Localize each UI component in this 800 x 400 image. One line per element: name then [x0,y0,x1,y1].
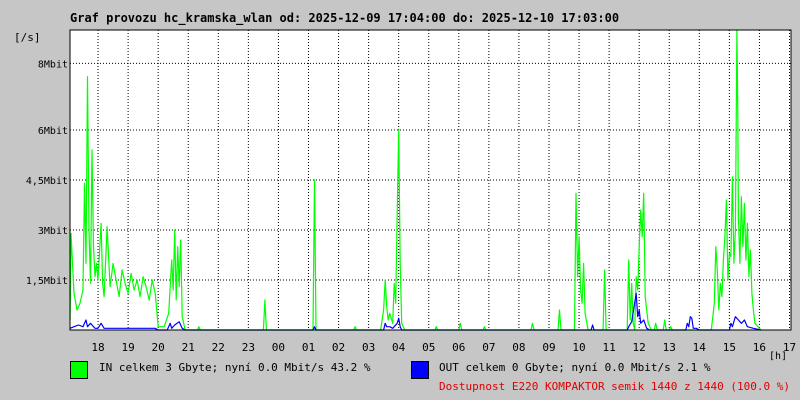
x-tick-label: 03 [362,341,375,354]
x-tick-label: 01 [302,341,315,354]
x-tick-label: 09 [542,341,555,354]
y-axis-unit: [/s] [14,31,41,44]
legend-in-swatch [70,361,88,379]
x-tick-label: 22 [212,341,225,354]
y-tick-label: 8Mbit [38,59,68,70]
x-tick-label: 21 [182,341,195,354]
legend-in-label: IN celkem 3 Gbyte; nyní 0.0 Mbit/s 43.2 … [99,361,371,374]
x-tick-label: 00 [272,341,285,354]
x-tick-label: 12 [633,341,646,354]
traffic-chart: 1,5Mbit 3Mbit 4,5Mbit 6Mbit 8Mbit 18 19 20 21 22… [14,29,796,362]
y-tick-label: 4,5Mbit [26,176,68,187]
x-tick-label: 07 [482,341,495,354]
x-tick-label: 13 [663,341,676,354]
x-tick-label: 10 [572,341,585,354]
x-tick-label: 14 [693,341,707,354]
y-tick-label: 6Mbit [38,126,68,137]
x-tick-label: 15 [723,341,736,354]
y-tick-label: 3Mbit [38,226,68,237]
x-tick-labels: 18 19 20 21 22 23 00 01 02 03 04 05 06 07 08 09 10 11 12 13… [91,341,796,354]
x-tick-label: 11 [602,341,615,354]
x-tick-label: 08 [512,341,525,354]
x-tick-label: 19 [121,341,134,354]
x-tick-label: 18 [91,341,104,354]
x-axis-unit: [h] [769,351,787,362]
x-tick-label: 06 [452,341,465,354]
y-tick-labels: 1,5Mbit 3Mbit 4,5Mbit 6Mbit 8Mbit [26,59,68,287]
x-tick-label: 20 [152,341,165,354]
x-tick-label: 02 [332,341,345,354]
legend-out-swatch [411,361,429,379]
y-tick-label: 1,5Mbit [26,276,68,287]
x-tick-label: 23 [242,341,255,354]
x-tick-label: 04 [392,341,406,354]
x-tick-label: 16 [753,341,766,354]
availability-status: Dostupnost E220 KOMPAKTOR semik 1440 z 1… [439,380,790,393]
legend-out-label: OUT celkem 0 Gbyte; nyní 0.0 Mbit/s 2.1 … [439,361,711,374]
x-tick-label: 05 [422,341,435,354]
